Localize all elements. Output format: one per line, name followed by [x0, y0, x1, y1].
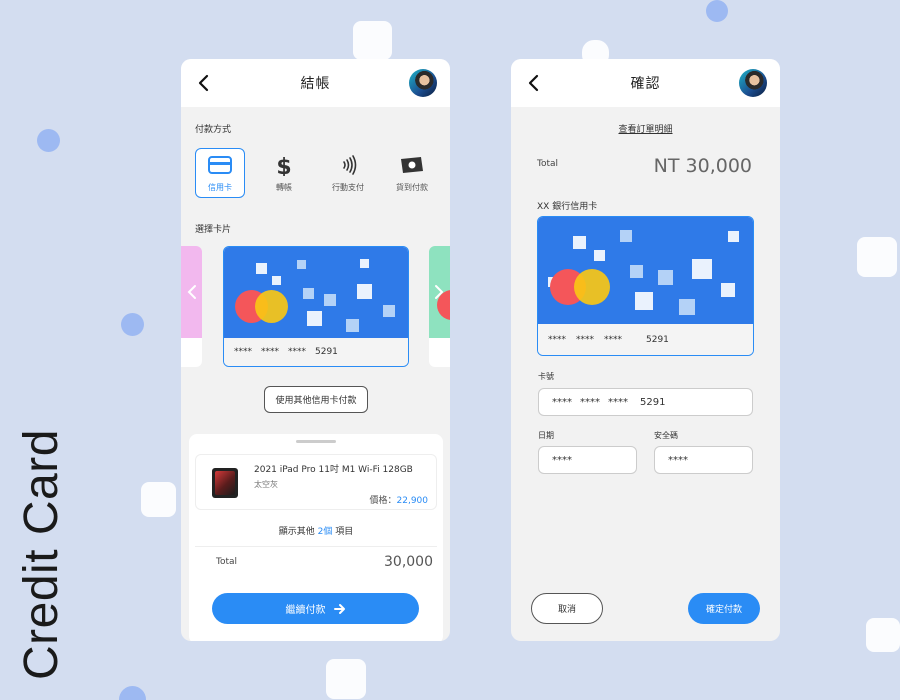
svg-text:$: $ [276, 155, 291, 176]
checkout-header: 結帳 [181, 59, 450, 107]
payment-option-label: 貨到付款 [396, 182, 428, 192]
confirm-header: 確認 [511, 59, 780, 107]
continue-payment-button[interactable]: 繼續付款 [212, 593, 419, 624]
decor-square [326, 659, 366, 699]
cvv-label: 安全碼 [654, 431, 678, 440]
decor-dot [121, 313, 144, 336]
card-last-four: 5291 [315, 347, 338, 357]
payment-option-label: 轉帳 [276, 182, 292, 192]
show-more-items-link[interactable]: 顯示其他 2個 項目 [189, 524, 443, 537]
chevron-left-icon[interactable] [193, 72, 215, 94]
decor-dot [37, 129, 60, 152]
product-variant: 太空灰 [254, 480, 278, 489]
total-value: 30,000 [384, 554, 433, 570]
cancel-button[interactable]: 取消 [531, 593, 603, 624]
avatar[interactable] [739, 69, 767, 97]
arrow-right-icon [333, 603, 345, 614]
product-item[interactable]: 2021 iPad Pro 11吋 M1 Wi-Fi 128GB 太空灰 價格：… [195, 454, 437, 510]
product-name: 2021 iPad Pro 11吋 M1 Wi-Fi 128GB [254, 465, 413, 475]
page-heading: Credit Card [15, 429, 68, 680]
decor-dot [706, 0, 728, 22]
card-number-label: 卡號 [538, 372, 554, 381]
payment-option-label: 信用卡 [208, 182, 232, 192]
total-label: Total [537, 159, 559, 169]
date-label: 日期 [538, 431, 554, 440]
card-number-field[interactable]: **** **** **** 5291 [538, 388, 753, 416]
card-mask: **** [548, 334, 566, 345]
bank-card-label: XX 銀行信用卡 [537, 202, 598, 212]
card-face [224, 247, 408, 339]
confirm-screen: 確認 查看訂單明細 Total NT 30,000 XX 銀行信用卡 **** … [511, 59, 780, 641]
contactless-icon [343, 154, 357, 175]
decor-dot [119, 686, 146, 700]
card-mask: **** [576, 334, 594, 345]
total-value: NT 30,000 [653, 155, 752, 177]
payment-option-mobile[interactable]: 行動支付 [323, 148, 373, 198]
decor-square [353, 21, 392, 60]
payment-option-label: 行動支付 [332, 182, 364, 192]
total-label: Total [216, 557, 238, 567]
page-title: 結帳 [300, 76, 331, 92]
dollar-icon: $ [276, 155, 291, 176]
card-number-strip: **** **** **** 5291 [538, 324, 753, 355]
sheet-handle[interactable] [296, 440, 336, 443]
payment-option-credit-card[interactable]: 信用卡 [195, 148, 245, 198]
expiry-date-field[interactable]: **** [538, 446, 637, 474]
cvv-field[interactable]: **** [654, 446, 753, 474]
card-mask: **** [234, 347, 252, 357]
divider [195, 546, 437, 547]
payment-option-cod[interactable]: 貨到付款 [387, 148, 437, 198]
card-last-four: 5291 [646, 334, 669, 345]
choose-card-label: 選擇卡片 [195, 225, 232, 235]
card-preview-prev[interactable] [181, 246, 202, 367]
payment-method-label: 付款方式 [195, 125, 232, 135]
card-mask: **** [261, 347, 279, 357]
avatar[interactable] [409, 69, 437, 97]
payment-method-list: 信用卡 $ 轉帳 行動支付 貨到付款 [195, 148, 437, 198]
product-price: 價格：22,900 [369, 496, 428, 506]
order-summary-sheet: 2021 iPad Pro 11吋 M1 Wi-Fi 128GB 太空灰 價格：… [189, 434, 443, 641]
payment-option-transfer[interactable]: $ 轉帳 [259, 148, 309, 198]
card-mask: **** [604, 334, 622, 345]
view-order-details-link[interactable]: 查看訂單明細 [511, 122, 780, 135]
decor-square [857, 237, 897, 277]
product-image [212, 468, 238, 498]
use-other-card-button[interactable]: 使用其他信用卡付款 [264, 386, 368, 413]
cash-icon [401, 156, 423, 173]
decor-square [866, 618, 900, 652]
chevron-left-icon[interactable] [523, 72, 545, 94]
chevron-left-icon[interactable] [185, 284, 199, 300]
selected-credit-card[interactable]: **** **** **** 5291 [223, 246, 409, 367]
confirm-payment-button[interactable]: 確定付款 [688, 593, 760, 624]
card-carousel: **** **** **** 5291 [181, 246, 450, 368]
card-face [538, 217, 753, 325]
chevron-right-icon[interactable] [432, 284, 446, 300]
checkout-screen: 結帳 付款方式 信用卡 $ 轉帳 行動支付 貨到付款 選擇卡片 **** ***… [181, 59, 450, 641]
page-title: 確認 [630, 76, 661, 92]
decor-square [141, 482, 176, 517]
card-preview-next[interactable] [429, 246, 450, 367]
confirm-credit-card: **** **** **** 5291 [537, 216, 754, 356]
card-number-strip: **** **** **** 5291 [224, 338, 408, 366]
card-mask: **** [288, 347, 306, 357]
credit-card-icon [208, 155, 232, 174]
